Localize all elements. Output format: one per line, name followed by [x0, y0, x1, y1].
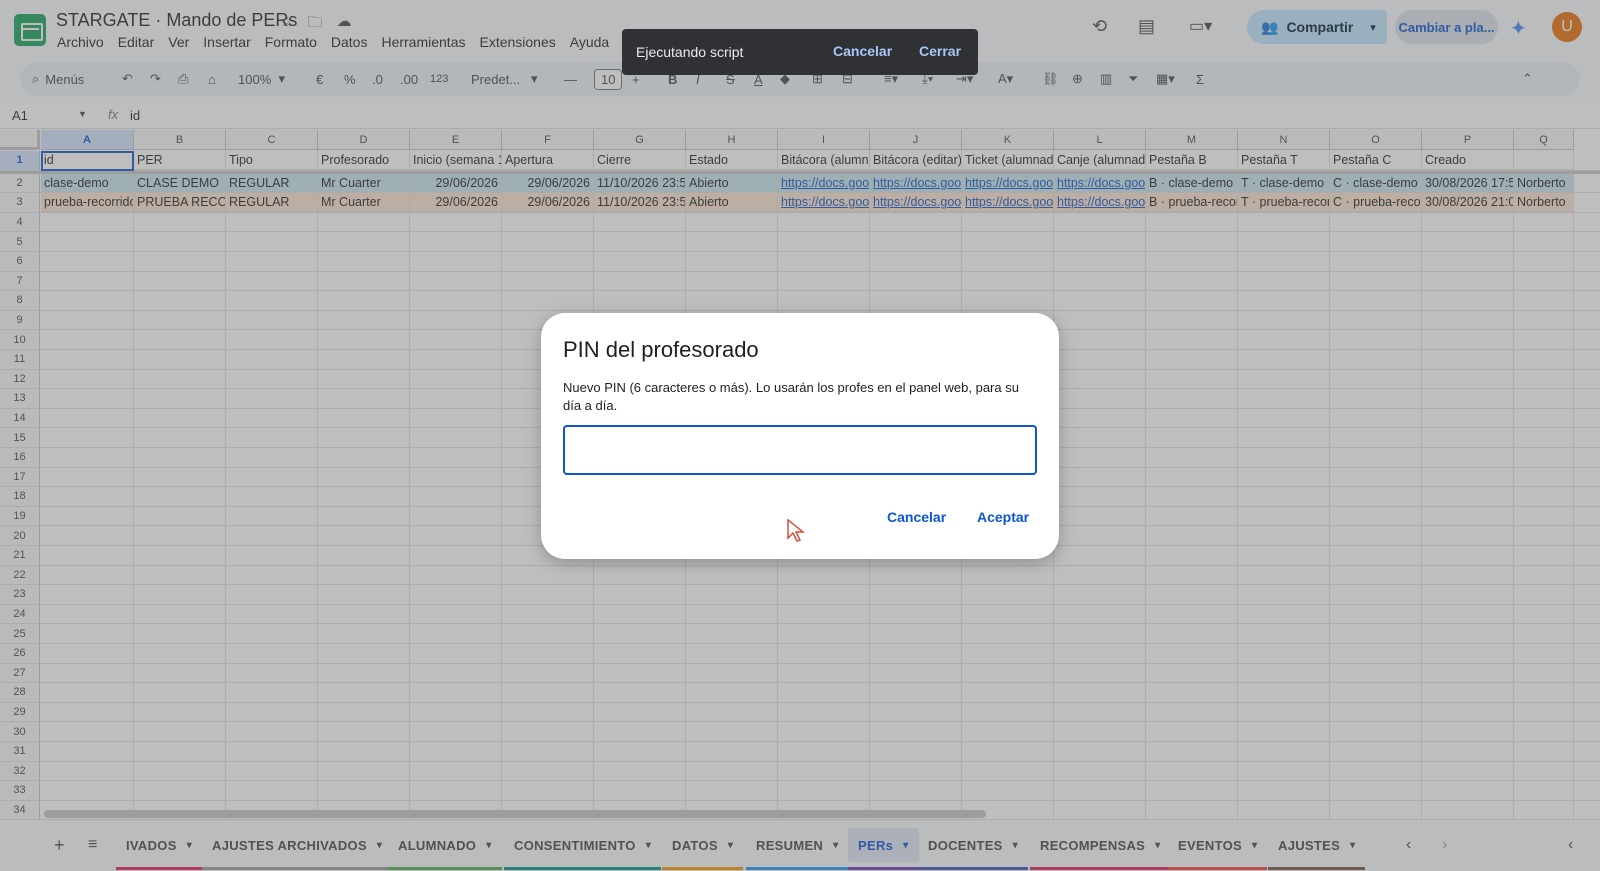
dialog-cancel-button[interactable]: Cancelar: [887, 509, 946, 525]
toast-cancel-button[interactable]: Cancelar: [833, 43, 892, 59]
toast-message: Ejecutando script: [636, 44, 744, 60]
pin-input[interactable]: [563, 425, 1037, 475]
toast-close-button[interactable]: Cerrar: [919, 43, 961, 59]
mouse-cursor-icon: [787, 518, 805, 542]
dialog-accept-button[interactable]: Aceptar: [977, 509, 1029, 525]
script-running-toast: Ejecutando script Cancelar Cerrar: [622, 29, 978, 75]
dialog-title: PIN del profesorado: [563, 337, 759, 362]
dialog-description: Nuevo PIN (6 caracteres o más). Lo usará…: [563, 380, 1019, 413]
